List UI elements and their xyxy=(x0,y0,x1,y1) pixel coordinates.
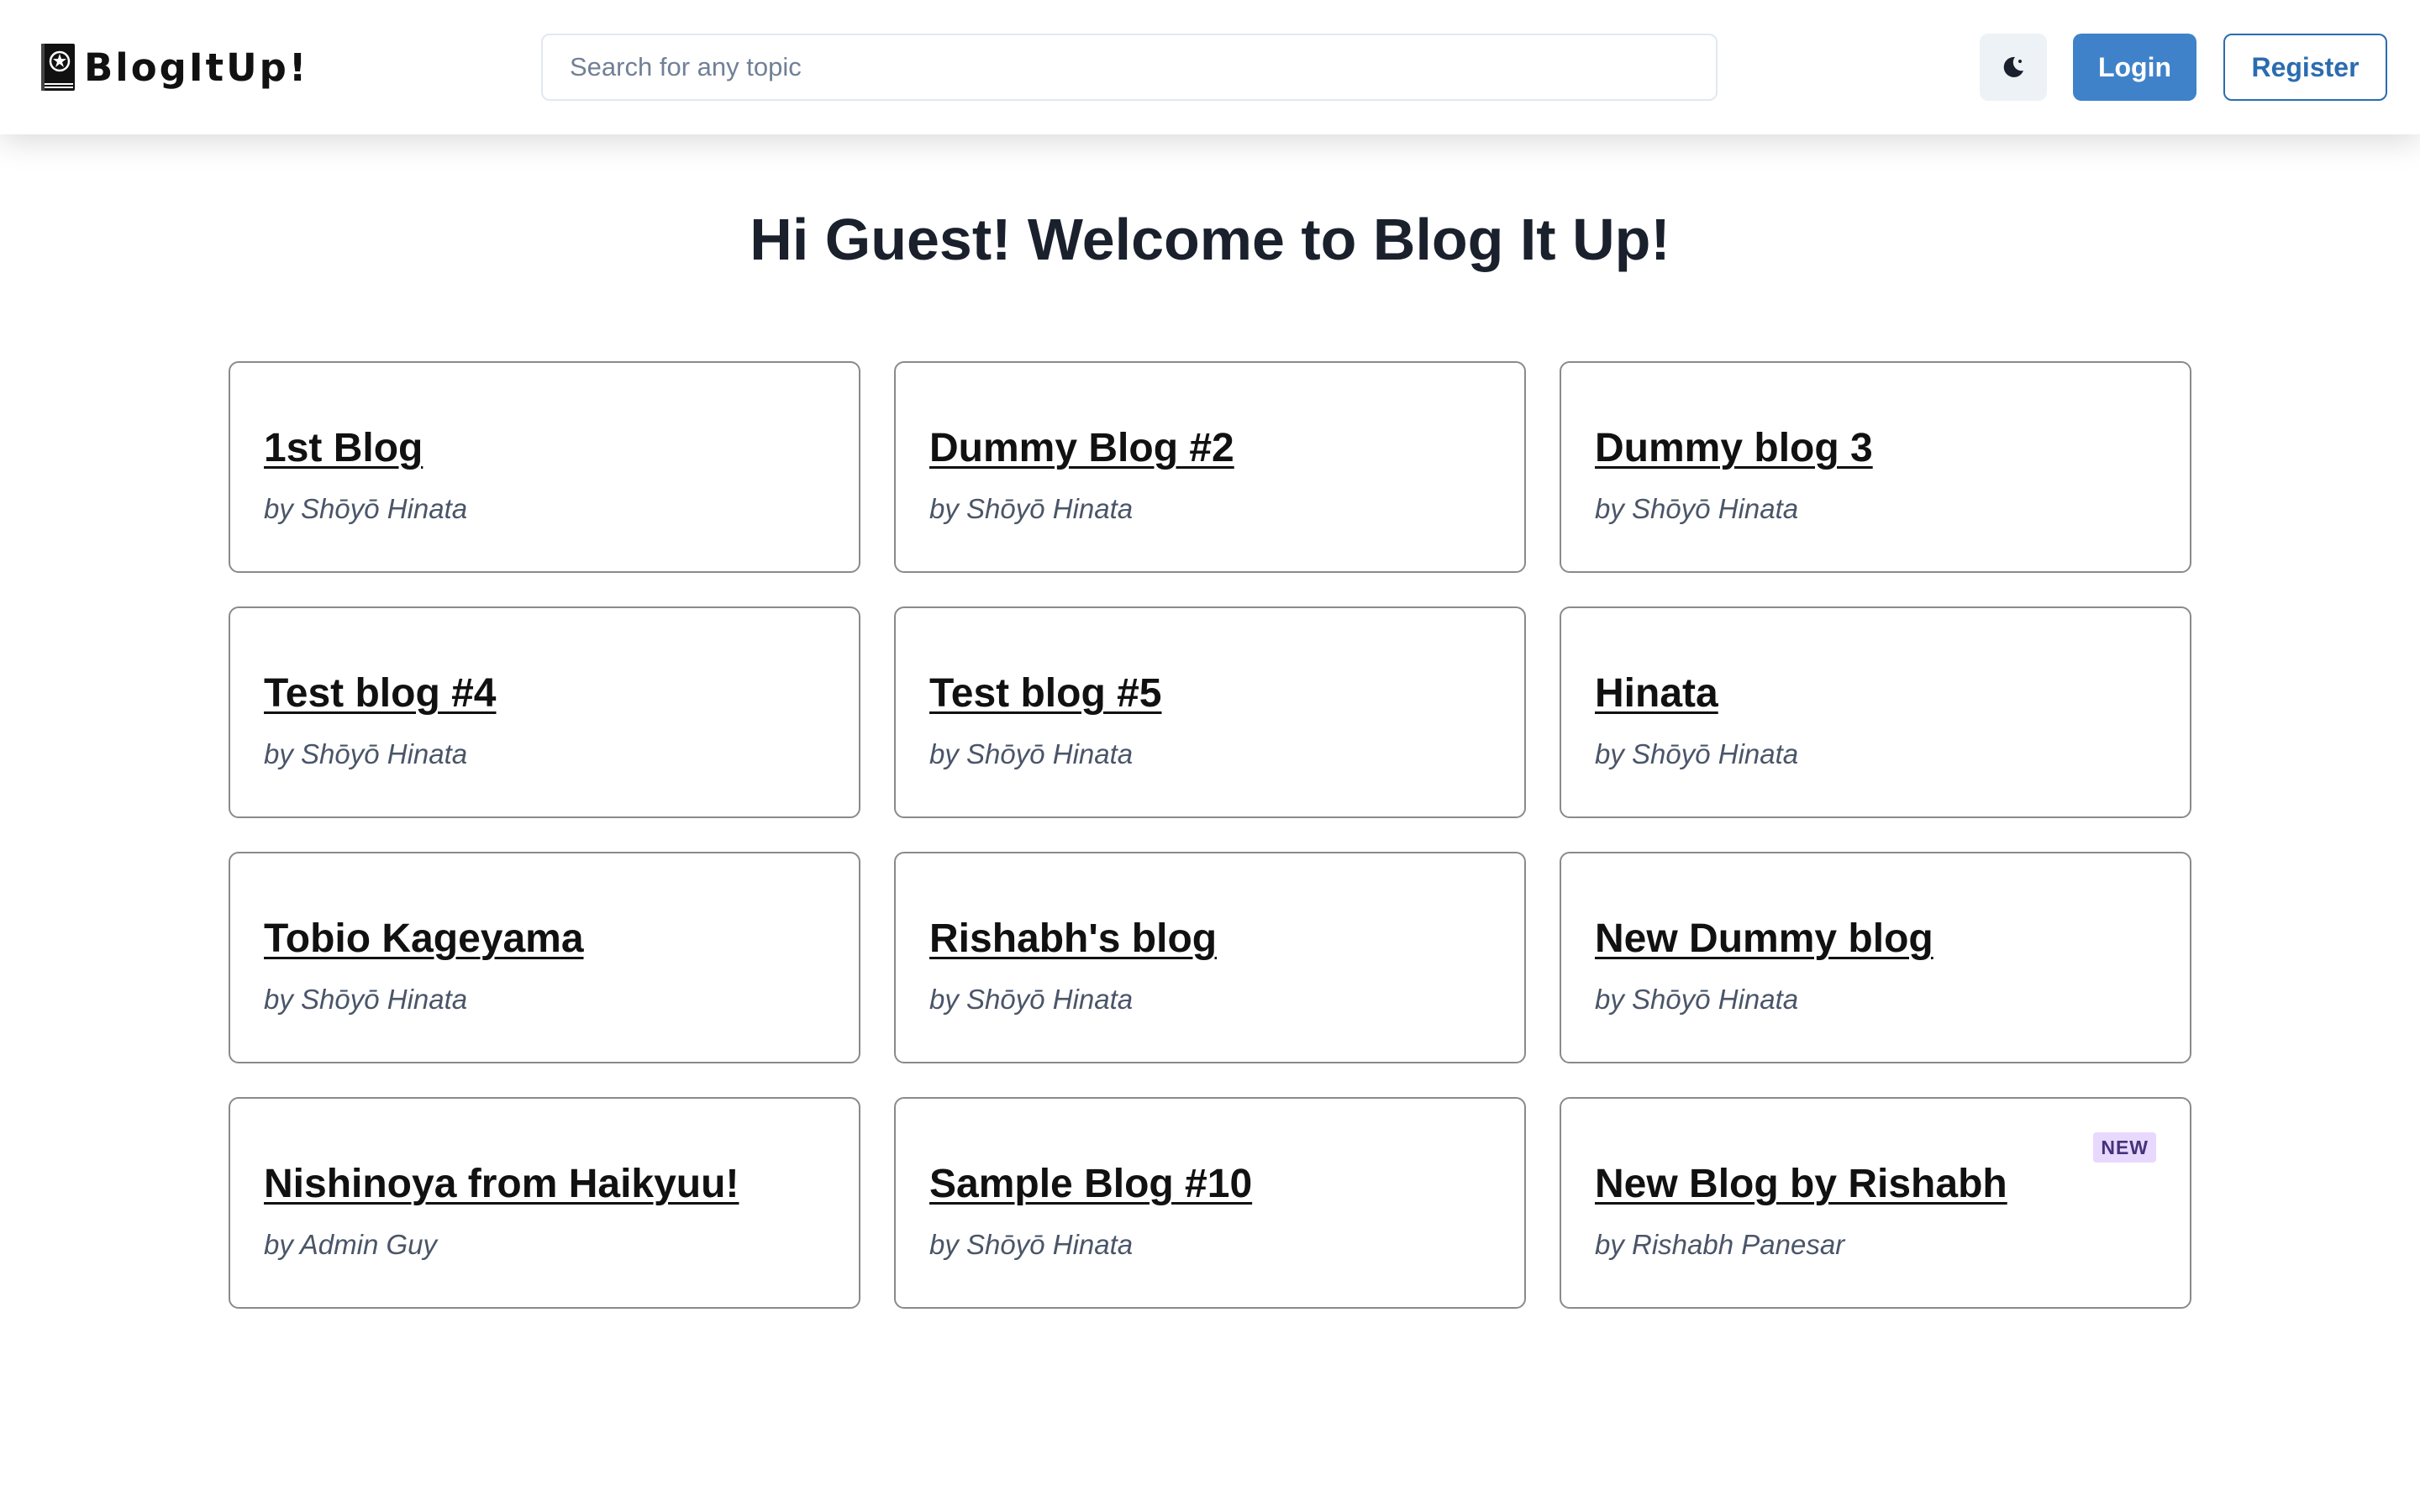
new-badge: NEW xyxy=(2093,1132,2156,1163)
blog-card[interactable]: NEW New Blog by Rishabh by Rishabh Panes… xyxy=(1560,1097,2191,1309)
blog-author: by Shōyō Hinata xyxy=(929,738,1134,769)
blog-title-link[interactable]: Tobio Kageyama xyxy=(264,914,584,964)
blog-card[interactable]: Hinata by Shōyō Hinata xyxy=(1560,606,2191,818)
blog-author: by Rishabh Panesar xyxy=(1595,1229,1845,1260)
blog-title-link[interactable]: Dummy blog 3 xyxy=(1595,423,1873,474)
blog-card[interactable]: Dummy blog 3 by Shōyō Hinata xyxy=(1560,361,2191,573)
blog-author: by Shōyō Hinata xyxy=(1595,738,1799,769)
blog-author: by Shōyō Hinata xyxy=(264,984,468,1015)
blog-card[interactable]: Nishinoya from Haikyuu! by Admin Guy xyxy=(229,1097,860,1309)
theme-toggle-button[interactable] xyxy=(1980,34,2047,101)
blog-card[interactable]: Tobio Kageyama by Shōyō Hinata xyxy=(229,852,860,1063)
blog-author: by Admin Guy xyxy=(264,1229,438,1260)
brand-link[interactable]: BlogItUp! xyxy=(40,42,308,92)
brand-name: BlogItUp! xyxy=(84,45,309,90)
blog-title-link[interactable]: Test blog #5 xyxy=(929,669,1162,719)
login-button[interactable]: Login xyxy=(2073,34,2196,101)
blog-title-link[interactable]: Nishinoya from Haikyuu! xyxy=(264,1159,739,1210)
search-input[interactable] xyxy=(541,34,1718,101)
welcome-heading: Hi Guest! Welcome to Blog It Up! xyxy=(750,207,1670,272)
blog-author: by Shōyō Hinata xyxy=(264,493,468,524)
blog-author: by Shōyō Hinata xyxy=(929,984,1134,1015)
blog-author: by Shōyō Hinata xyxy=(929,1229,1134,1260)
book-logo-icon xyxy=(41,44,75,91)
blog-title-link[interactable]: Test blog #4 xyxy=(264,669,497,719)
blog-card[interactable]: Sample Blog #10 by Shōyō Hinata xyxy=(894,1097,1526,1309)
blog-title-link[interactable]: New Blog by Rishabh xyxy=(1595,1159,2007,1210)
blog-card[interactable]: Rishabh's blog by Shōyō Hinata xyxy=(894,852,1526,1063)
blog-card[interactable]: Test blog #5 by Shōyō Hinata xyxy=(894,606,1526,818)
blog-title-link[interactable]: Hinata xyxy=(1595,669,1718,719)
blog-title-link[interactable]: Sample Blog #10 xyxy=(929,1159,1252,1210)
blog-card[interactable]: Dummy Blog #2 by Shōyō Hinata xyxy=(894,361,1526,573)
blog-title-link[interactable]: Rishabh's blog xyxy=(929,914,1217,964)
register-button[interactable]: Register xyxy=(2223,34,2387,101)
blog-author: by Shōyō Hinata xyxy=(929,493,1134,524)
blog-title-link[interactable]: Dummy Blog #2 xyxy=(929,423,1234,474)
blog-author: by Shōyō Hinata xyxy=(264,738,468,769)
blog-card[interactable]: 1st Blog by Shōyō Hinata xyxy=(229,361,860,573)
blog-card[interactable]: New Dummy blog by Shōyō Hinata xyxy=(1560,852,2191,1063)
moon-icon xyxy=(2003,56,2023,77)
blog-title-link[interactable]: New Dummy blog xyxy=(1595,914,1933,964)
blog-title-link[interactable]: 1st Blog xyxy=(264,423,423,474)
blog-grid: 1st Blog by Shōyō Hinata Dummy Blog #2 b… xyxy=(229,361,2191,1309)
blog-author: by Shōyō Hinata xyxy=(1595,493,1799,524)
blog-card[interactable]: Test blog #4 by Shōyō Hinata xyxy=(229,606,860,818)
top-navbar: BlogItUp! Login Register xyxy=(0,0,2420,134)
blog-author: by Shōyō Hinata xyxy=(1595,984,1799,1015)
